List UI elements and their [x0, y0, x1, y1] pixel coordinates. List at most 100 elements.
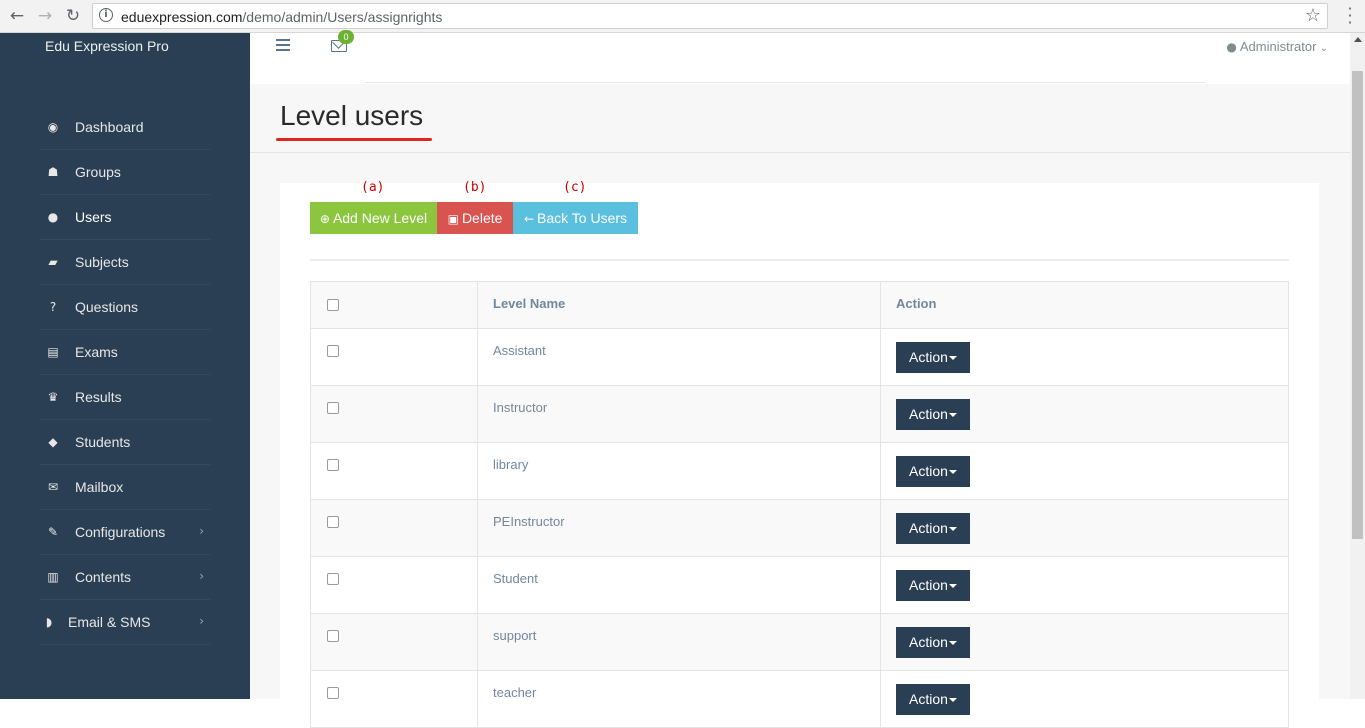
user-icon: ●	[47, 210, 59, 224]
sidebar-item-email-sms[interactable]: ◗ Email & SMS ›	[40, 600, 210, 645]
sidebar-item-contents[interactable]: ▥ Contents ›	[40, 555, 210, 600]
mail-count-badge: 0	[338, 30, 354, 44]
page-scrollbar[interactable]	[1350, 33, 1365, 699]
sidebar-item-dashboard[interactable]: ◉ Dashboard	[40, 105, 210, 150]
forward-arrow-icon[interactable]: →	[35, 6, 55, 26]
row-checkbox[interactable]	[327, 459, 339, 471]
row-checkbox[interactable]	[327, 630, 339, 642]
page-title: Level users	[280, 100, 424, 131]
scrollbar-thumb[interactable]	[1352, 71, 1363, 539]
sidebar-nav: ◉ Dashboard ☗ Groups ● Users ▰ Subjects? Questio…	[40, 105, 210, 645]
level-name-cell: Assistant	[478, 329, 881, 385]
level-name-cell: Student	[478, 557, 881, 613]
info-icon[interactable]: i	[99, 8, 113, 22]
caret-down-icon	[948, 356, 957, 361]
menu-toggle-icon[interactable]	[276, 39, 290, 54]
action-cell: Action	[881, 443, 1288, 499]
header-select-cell	[311, 282, 478, 328]
title-underline-annotation	[276, 138, 432, 141]
brand-title[interactable]: Edu Expression Pro	[45, 38, 169, 54]
row-checkbox[interactable]	[327, 573, 339, 585]
chevron-right-icon: ›	[199, 569, 204, 583]
bookmark-star-icon[interactable]: ☆	[1305, 5, 1321, 26]
row-checkbox[interactable]	[327, 687, 339, 699]
select-all-checkbox[interactable]	[327, 299, 339, 311]
user-avatar-icon: ●	[1226, 40, 1237, 54]
back-arrow-icon[interactable]: ←	[7, 6, 27, 26]
action-dropdown-button[interactable]: Action	[896, 456, 970, 487]
table-row: Assistant Action	[311, 329, 1288, 386]
caret-down-icon	[948, 584, 957, 589]
delete-button[interactable]: ▣ Delete	[437, 202, 513, 234]
action-dropdown-button[interactable]: Action	[896, 513, 970, 544]
toolbar-divider	[310, 259, 1289, 261]
caret-down-icon	[948, 527, 957, 532]
caret-down-icon	[948, 641, 957, 646]
back-to-users-label: Back To Users	[537, 210, 628, 226]
users-group-icon: ☗	[47, 165, 59, 179]
sidebar-item-label: Configurations	[75, 524, 166, 540]
trash-icon: ▣	[447, 212, 459, 226]
row-checkbox[interactable]	[327, 345, 339, 357]
level-name-cell: PEInstructor	[478, 500, 881, 556]
sidebar-item-results[interactable]: ♛ Results	[40, 375, 210, 420]
action-cell: Action	[881, 671, 1288, 727]
action-dropdown-button[interactable]: Action	[896, 627, 970, 658]
sidebar-item-users[interactable]: ● Users	[40, 195, 210, 240]
table-header-row: Level Name Action	[311, 282, 1288, 329]
contents-icon: ▥	[47, 570, 59, 584]
sidebar-item-label: Mailbox	[75, 479, 124, 495]
level-name: Assistant	[493, 343, 546, 358]
add-new-level-button[interactable]: ⊕ Add New Level	[310, 202, 437, 234]
shield-icon: ◗	[45, 615, 53, 629]
url-text[interactable]: eduexpression.com/demo/admin/Users/assig…	[121, 9, 442, 25]
sidebar-item-mailbox[interactable]: ✉ Mailbox	[40, 465, 210, 510]
sidebar-item-students[interactable]: ◆ Students	[40, 420, 210, 465]
sidebar-item-subjects[interactable]: ▰ Subjects	[40, 240, 210, 285]
list-icon: ▤	[47, 345, 59, 359]
scroll-up-arrow-icon[interactable]	[1354, 37, 1362, 42]
select-cell	[311, 557, 478, 613]
back-to-users-button[interactable]: ← Back To Users	[513, 202, 638, 234]
row-checkbox[interactable]	[327, 402, 339, 414]
action-dropdown-button[interactable]: Action	[896, 570, 970, 601]
address-bar[interactable]: i eduexpression.com/demo/admin/Users/ass…	[92, 3, 1328, 29]
table-row: Student Action	[311, 557, 1288, 614]
table-row: library Action	[311, 443, 1288, 500]
level-name: Instructor	[493, 400, 548, 415]
reload-icon[interactable]: ↻	[63, 6, 83, 26]
sidebar-item-label: Students	[75, 434, 131, 450]
sidebar-item-exams[interactable]: ▤ Exams	[40, 330, 210, 375]
action-cell: Action	[881, 500, 1288, 556]
select-cell	[311, 443, 478, 499]
sidebar-item-questions[interactable]: ? Questions	[40, 285, 210, 330]
dashboard-icon: ◉	[47, 120, 59, 134]
action-cell: Action	[881, 557, 1288, 613]
envelope-icon: ✉	[47, 480, 59, 494]
level-name-cell: teacher	[478, 671, 881, 727]
select-cell	[311, 614, 478, 670]
action-label: Action	[909, 406, 948, 422]
url-path: /demo/admin/Users/assignrights	[242, 9, 443, 25]
caret-down-icon	[948, 470, 957, 475]
add-new-level-label: Add New Level	[332, 210, 428, 226]
column-header-level-name[interactable]: Level Name	[493, 296, 565, 311]
header-action-cell: Action	[881, 282, 1288, 328]
sidebar-item-groups[interactable]: ☗ Groups	[40, 150, 210, 195]
user-menu[interactable]: ● Administrator ⌄	[1226, 39, 1328, 54]
sidebar-item-configurations[interactable]: ✎ Configurations ›	[40, 510, 210, 555]
action-label: Action	[909, 349, 948, 365]
trophy-icon: ♛	[47, 390, 59, 404]
navbar-divider	[365, 82, 1205, 83]
plus-circle-icon: ⊕	[319, 212, 330, 226]
action-dropdown-button[interactable]: Action	[896, 684, 970, 715]
column-header-action: Action	[896, 296, 937, 311]
level-name-cell: library	[478, 443, 881, 499]
row-checkbox[interactable]	[327, 516, 339, 528]
action-dropdown-button[interactable]: Action	[896, 399, 970, 430]
top-navbar: 0 ● Administrator ⌄	[250, 30, 1350, 84]
sidebar-item-label: Groups	[75, 164, 121, 180]
chevron-right-icon: ›	[199, 524, 204, 538]
browser-menu-icon[interactable]: · · ·	[1342, 1, 1358, 31]
action-dropdown-button[interactable]: Action	[896, 342, 970, 373]
